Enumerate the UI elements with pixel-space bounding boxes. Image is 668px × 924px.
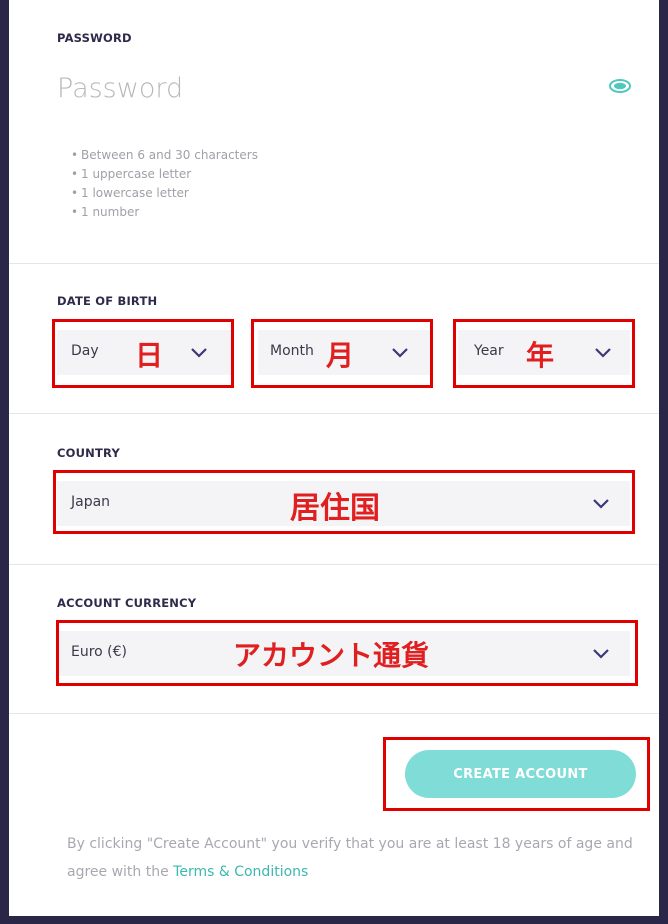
annotation-box (53, 470, 635, 534)
annotation-box (251, 319, 433, 388)
password-label: PASSWORD (57, 31, 132, 45)
country-label: COUNTRY (57, 446, 120, 460)
currency-label: ACCOUNT CURRENCY (57, 596, 197, 610)
terms-link[interactable]: Terms & Conditions (173, 864, 308, 880)
dob-label: DATE OF BIRTH (57, 294, 158, 308)
divider (9, 413, 659, 414)
annotation-box (383, 737, 650, 811)
eye-icon[interactable] (609, 78, 631, 94)
password-rules: Between 6 and 30 characters 1 uppercase … (71, 146, 258, 222)
password-rule: 1 number (71, 203, 258, 222)
legal-text-body: By clicking "Create Account" you verify … (67, 836, 633, 880)
annotation-box (52, 319, 234, 388)
password-rule: Between 6 and 30 characters (71, 146, 258, 165)
legal-text: By clicking "Create Account" you verify … (67, 830, 647, 886)
password-rule: 1 uppercase letter (71, 165, 258, 184)
divider (9, 263, 659, 264)
divider (9, 564, 659, 565)
signup-form: PASSWORD Between 6 and 30 characters 1 u… (9, 0, 659, 916)
annotation-box (56, 620, 638, 686)
annotation-box (453, 319, 635, 388)
divider (9, 713, 659, 714)
password-input[interactable] (57, 68, 647, 108)
password-rule: 1 lowercase letter (71, 184, 258, 203)
